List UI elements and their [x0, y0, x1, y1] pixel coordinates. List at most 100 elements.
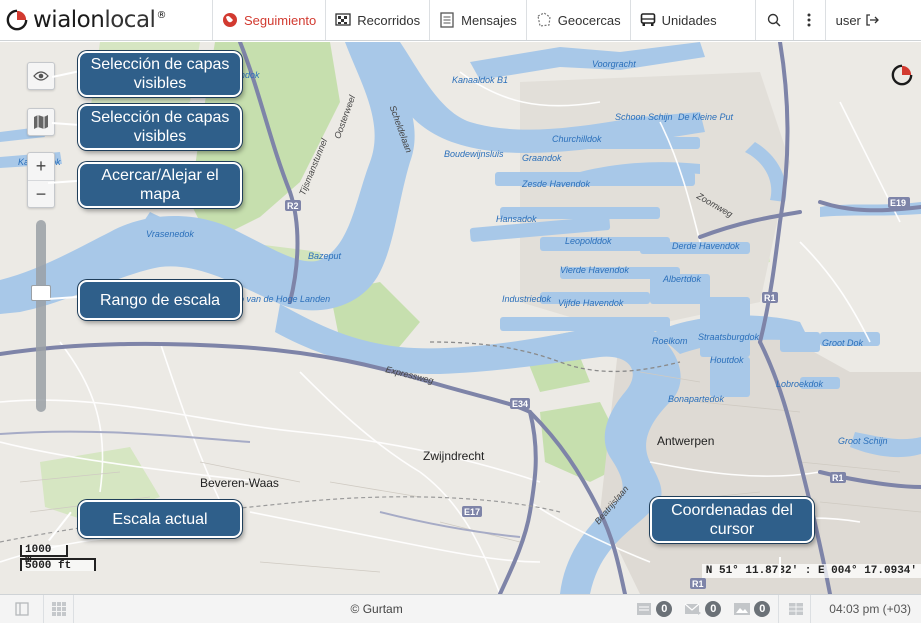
map-label-water: Graandok	[522, 153, 562, 163]
tab-geofences-label: Geocercas	[557, 12, 621, 28]
status-separator	[778, 595, 780, 623]
map-label-water: Leopolddok	[565, 236, 612, 246]
svg-text:E19: E19	[890, 198, 906, 208]
top-navigation-bar: wialonlocal® Seguimiento Recorridos Mens…	[0, 0, 921, 41]
svg-text:E17: E17	[464, 507, 480, 517]
logout-icon	[866, 14, 879, 26]
globe-icon	[223, 13, 237, 27]
map-label-water: Boudewijnsluis	[444, 149, 504, 159]
eye-icon	[33, 71, 49, 81]
wialon-logo-icon	[6, 9, 28, 31]
callout-connector	[779, 557, 781, 577]
callout-zoom: Acercar/Alejar el mapa	[78, 162, 242, 208]
map-label-water: De Kleine Put	[678, 112, 734, 122]
map-label-water: Schoon	[615, 112, 646, 122]
map-label-water: Roelkom	[652, 336, 688, 346]
toggle-sidebar-button[interactable]	[0, 595, 44, 623]
table-icon	[788, 603, 803, 615]
svg-text:R2: R2	[287, 201, 299, 211]
map-label-water: Derde Havendok	[672, 241, 740, 251]
map-icon	[34, 115, 48, 129]
search-icon	[767, 13, 781, 27]
map-label-water: Bazeput	[308, 251, 342, 261]
callout-scale-range: Rango de escala	[78, 280, 242, 320]
zoom-out-button[interactable]: −	[28, 180, 54, 207]
map-label-town: Beveren-Waas	[200, 476, 279, 490]
map-label-water: Groot Schijn	[838, 436, 888, 446]
geofence-icon	[537, 12, 551, 27]
tab-tracks-label: Recorridos	[357, 12, 421, 28]
tab-messages-label: Mensajes	[461, 12, 517, 28]
tab-units[interactable]: Unidades	[631, 0, 756, 40]
map-label-water: Vrasenedok	[146, 229, 194, 239]
svg-text:R1: R1	[832, 473, 844, 483]
messages-count: 0	[705, 601, 722, 617]
tab-units-label: Unidades	[661, 12, 717, 28]
wialon-logo[interactable]: wialonlocal®	[0, 0, 213, 40]
report-icon	[637, 603, 652, 615]
events-button[interactable]	[781, 595, 812, 623]
zoom-in-button[interactable]: +	[28, 153, 54, 180]
svg-text:R1: R1	[692, 579, 704, 589]
map-scale: 1000 m 5000 ft	[20, 545, 96, 572]
map-view[interactable]: R2 E34 E17 R1 R1 E19 R1 Kanaaldok B1 Voo…	[0, 42, 921, 594]
callout-current-scale: Escala actual	[78, 500, 242, 538]
map-label-water: Schijn	[648, 112, 673, 122]
wialon-watermark-icon	[891, 64, 913, 86]
map-label-water: Groot Dok	[822, 338, 864, 348]
scale-imperial: 5000 ft	[20, 558, 96, 572]
map-label-water: Vijfde Havendok	[558, 298, 624, 308]
callout-visible-layers: Selección de capas visibles	[78, 104, 242, 150]
status-bar: © Gurtam 0 0 0 04:03 pm (+03)	[0, 594, 921, 623]
svg-text:R1: R1	[764, 293, 776, 303]
tab-tracking[interactable]: Seguimiento	[213, 0, 327, 40]
map-label-water: Vierde Havendok	[560, 265, 629, 275]
reports-counter[interactable]: 0	[629, 595, 678, 623]
scale-metric: 1000 m	[20, 545, 68, 566]
zoom-control: + −	[27, 152, 55, 208]
user-name: user	[835, 12, 861, 28]
image-icon	[734, 603, 751, 615]
zoom-slider-track[interactable]	[36, 220, 46, 412]
images-count: 0	[754, 601, 771, 617]
current-time: 04:03 pm (+03)	[829, 602, 911, 616]
user-menu[interactable]: user	[826, 0, 879, 40]
callout-cursor-coordinates: Coordenadas del cursor	[650, 497, 814, 543]
tab-tracks[interactable]: Recorridos	[326, 0, 431, 40]
layers-visibility-button[interactable]	[27, 62, 55, 90]
svg-text:E34: E34	[512, 399, 528, 409]
document-icon	[440, 12, 454, 28]
tab-tracking-label: Seguimiento	[244, 12, 317, 28]
vertical-dots-icon	[807, 13, 811, 27]
map-label-water: Albertdok	[663, 274, 702, 284]
map-label-water: ndok	[240, 70, 260, 80]
sidebar-panel-icon	[14, 602, 29, 616]
images-counter[interactable]: 0	[727, 595, 776, 623]
grid-icon	[51, 602, 66, 616]
map-label-water: Kanaaldok B1	[452, 75, 509, 85]
copyright-text: © Gurtam	[350, 602, 403, 616]
map-label-water: Lobroekdok	[776, 379, 824, 389]
tab-messages[interactable]: Mensajes	[430, 0, 527, 40]
cursor-coordinates: N 51° 11.8732' : E 004° 17.0934'	[701, 564, 921, 578]
map-label-city: Antwerpen	[657, 434, 715, 448]
map-source-button[interactable]	[27, 108, 55, 136]
map-label-water: Houtdok	[710, 355, 744, 365]
map-label-water: Industriedok	[502, 294, 552, 304]
car-icon	[640, 13, 655, 26]
map-label-water: Zesde Havendok	[522, 179, 591, 189]
callout-visible-layers: Selección de capas visibles	[78, 51, 242, 97]
map-label-water: Bonapartedok	[668, 394, 725, 404]
reports-count: 0	[656, 601, 673, 617]
more-menu-button[interactable]	[794, 0, 826, 40]
brand-name: wialonlocal®	[33, 6, 166, 33]
search-button[interactable]	[756, 0, 794, 40]
apps-grid-button[interactable]	[44, 595, 74, 623]
mail-icon	[684, 603, 702, 615]
map-label-water: Po van de Hoge Landen	[233, 294, 331, 304]
tab-geofences[interactable]: Geocercas	[527, 0, 631, 40]
messages-counter[interactable]: 0	[678, 595, 727, 623]
map-label-water: Straatsburgdok	[698, 332, 760, 342]
map-label-water: Churchilldok	[552, 134, 602, 144]
checkered-flag-icon	[335, 13, 351, 26]
